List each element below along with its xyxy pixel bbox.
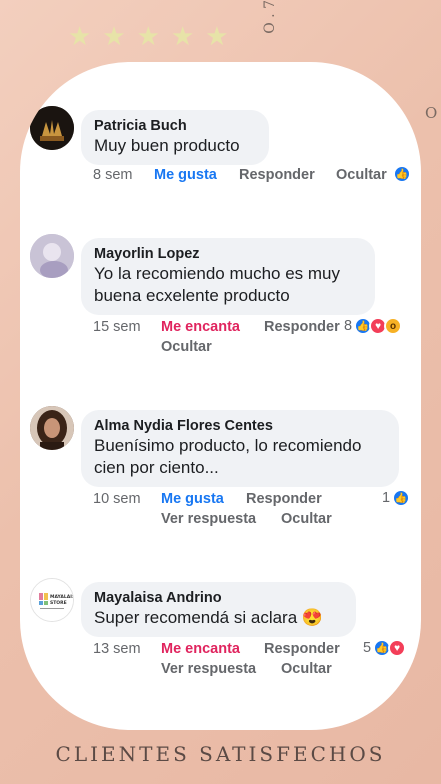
reaction-count: 1: [382, 490, 391, 506]
comment-text: Buenísimo producto, lo recomiendo cien p…: [94, 436, 362, 477]
hide-button[interactable]: Ocultar: [281, 661, 332, 677]
comment-bubble: Mayorlin Lopez Yo la recomiendo mucho es…: [81, 238, 375, 315]
decorative-side-letter: O: [425, 104, 438, 122]
avatar[interactable]: MAYALAISA STORE: [30, 578, 74, 622]
reaction-summary[interactable]: 5 👍 ♥: [363, 639, 407, 657]
view-reply-button[interactable]: Ver respuesta: [161, 661, 256, 677]
avatar[interactable]: [30, 406, 74, 450]
like-button[interactable]: Me gusta: [161, 491, 224, 507]
star-icon: ★: [170, 21, 195, 51]
comment-author[interactable]: Alma Nydia Flores Centes: [94, 417, 386, 435]
svg-text:STORE: STORE: [50, 600, 67, 606]
star-icon: ★: [205, 21, 229, 51]
wow-reaction-icon: o: [384, 317, 403, 335]
reply-button[interactable]: Responder: [239, 167, 315, 183]
decorative-side-text: O . 7: [262, 0, 278, 34]
reaction-summary[interactable]: 1 👍: [382, 489, 411, 507]
page-title: CLIENTES SATISFECHOS: [55, 742, 386, 766]
rating-stars: ★ ★ ★ ★ ★: [68, 21, 229, 51]
comment-time[interactable]: 13 sem: [93, 641, 141, 657]
store-logo-image: MAYALAISA STORE: [31, 579, 73, 621]
star-icon: ★: [68, 21, 92, 51]
svg-text:MAYALAISA: MAYALAISA: [50, 594, 73, 600]
comment-text: Yo la recomiendo mucho es muy buena ecxe…: [94, 264, 341, 305]
like-button[interactable]: Me gusta: [154, 167, 217, 183]
comment-author[interactable]: Patricia Buch: [94, 117, 256, 135]
hide-button[interactable]: Ocultar: [281, 511, 332, 527]
comment-text: Super recomendá si aclara 😍: [94, 608, 324, 627]
reaction-summary[interactable]: 8 👍 ♥ o: [344, 317, 403, 335]
comment-time[interactable]: 10 sem: [93, 491, 141, 507]
hide-button[interactable]: Ocultar: [336, 167, 387, 183]
reaction-count: 5: [363, 640, 372, 656]
love-button[interactable]: Me encanta: [161, 319, 240, 335]
comments-card: Patricia Buch Muy buen producto 8 sem Me…: [20, 62, 421, 730]
avatar[interactable]: [30, 106, 74, 150]
hide-button[interactable]: Ocultar: [161, 339, 212, 355]
comment-author[interactable]: Mayalaisa Andrino: [94, 589, 343, 607]
love-button[interactable]: Me encanta: [161, 641, 240, 657]
reaction-summary[interactable]: 👍: [393, 165, 411, 183]
comment-bubble: Alma Nydia Flores Centes Buenísimo produ…: [81, 410, 399, 487]
comment-bubble: Mayalaisa Andrino Super recomendá si acl…: [81, 582, 356, 637]
view-reply-button[interactable]: Ver respuesta: [161, 511, 256, 527]
comment-author[interactable]: Mayorlin Lopez: [94, 245, 362, 263]
comment-bubble: Patricia Buch Muy buen producto: [81, 110, 269, 165]
reply-button[interactable]: Responder: [264, 319, 340, 335]
comment-text: Muy buen producto: [94, 136, 240, 155]
like-reaction-icon: 👍: [392, 489, 411, 507]
like-reaction-icon: 👍: [393, 165, 411, 183]
comment-time[interactable]: 15 sem: [93, 319, 141, 335]
reaction-count: 8: [344, 318, 353, 334]
love-reaction-icon: ♥: [388, 639, 407, 657]
reply-button[interactable]: Responder: [264, 641, 340, 657]
reply-button[interactable]: Responder: [246, 491, 322, 507]
star-icon: ★: [136, 21, 160, 51]
avatar[interactable]: [30, 234, 74, 278]
comment-time[interactable]: 8 sem: [93, 167, 133, 183]
star-icon: ★: [102, 21, 126, 51]
